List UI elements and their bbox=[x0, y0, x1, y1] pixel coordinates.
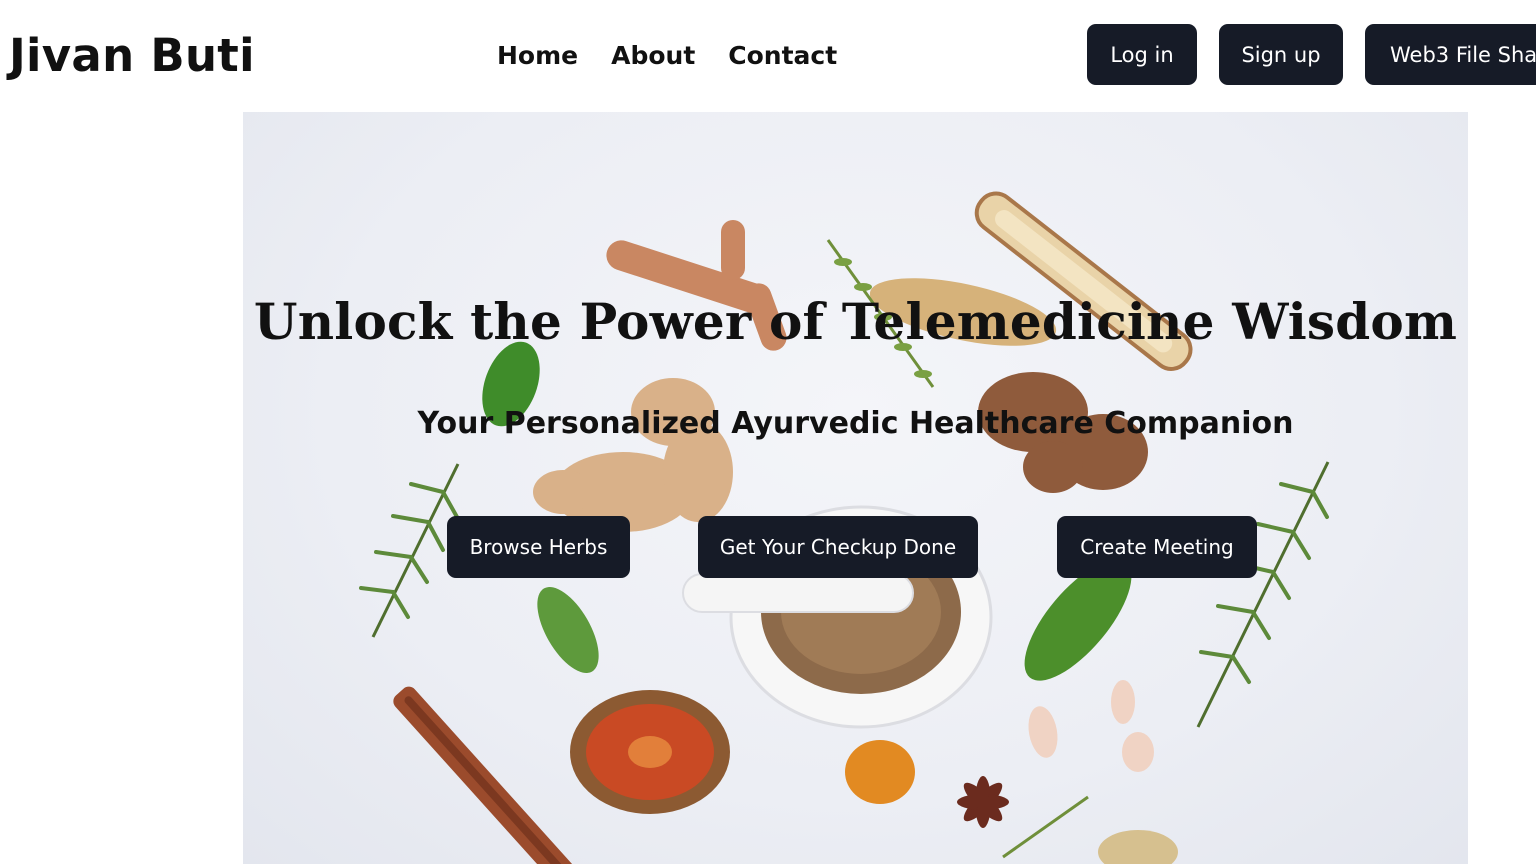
herbs-background-image bbox=[359, 191, 1330, 864]
site-header: Jivan Buti Home About Contact Log in Sig… bbox=[0, 0, 1536, 112]
create-meeting-button[interactable]: Create Meeting bbox=[1057, 516, 1257, 578]
signup-button[interactable]: Sign up bbox=[1219, 24, 1343, 85]
hero-title: Unlock the Power of Telemedicine Wisdom bbox=[253, 292, 1458, 351]
login-button[interactable]: Log in bbox=[1087, 24, 1197, 85]
hero-subtitle: Your Personalized Ayurvedic Healthcare C… bbox=[417, 406, 1294, 441]
web3-file-sharing-button[interactable]: Web3 File Shari bbox=[1365, 24, 1536, 85]
nav-contact-link[interactable]: Contact bbox=[728, 38, 837, 74]
main-nav: Home About Contact bbox=[497, 38, 837, 74]
nav-about-link[interactable]: About bbox=[611, 38, 695, 74]
browse-herbs-button[interactable]: Browse Herbs bbox=[447, 516, 630, 578]
hero-section: Unlock the Power of Telemedicine Wisdom … bbox=[243, 112, 1468, 864]
nav-home-link[interactable]: Home bbox=[497, 38, 578, 74]
brand-logo[interactable]: Jivan Buti bbox=[9, 30, 255, 82]
get-checkup-button[interactable]: Get Your Checkup Done bbox=[698, 516, 978, 578]
